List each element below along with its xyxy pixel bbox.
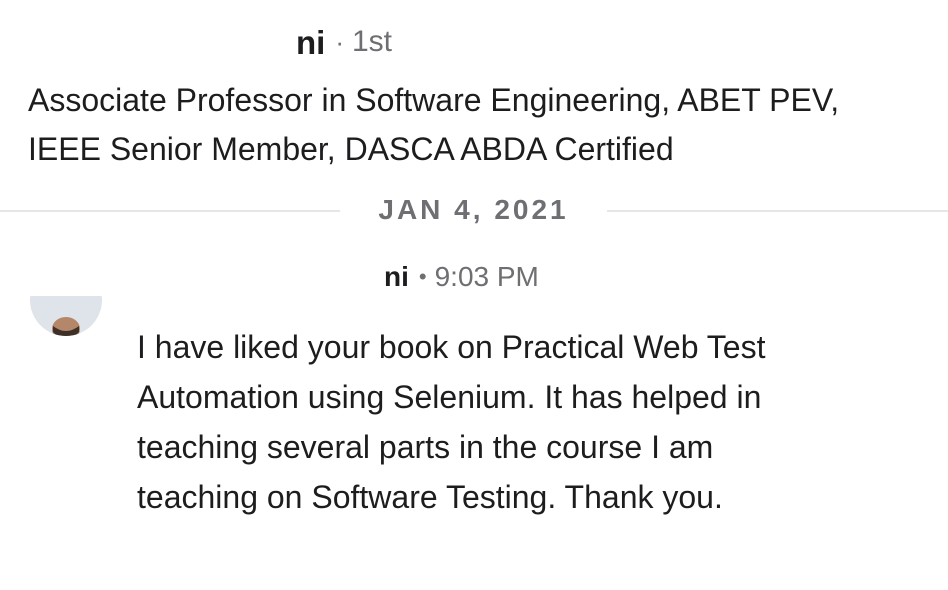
message-sender-row: ni • 9:03 PM <box>384 257 539 297</box>
name-separator: · <box>335 27 344 57</box>
message-timestamp: 9:03 PM <box>434 261 539 292</box>
divider-line-left <box>0 210 340 212</box>
profile-name[interactable]: ni <box>296 26 325 59</box>
profile-name-row[interactable]: ni · 1st <box>296 22 392 62</box>
divider-line-right <box>607 210 948 212</box>
connection-degree: 1st <box>352 25 393 58</box>
date-divider: JAN 4, 2021 <box>0 190 948 230</box>
profile-photo-icon <box>30 296 102 336</box>
sender-separator: • <box>418 264 427 289</box>
avatar[interactable] <box>28 296 104 352</box>
date-label: JAN 4, 2021 <box>378 194 569 225</box>
message-body: I have liked your book on Practical Web … <box>137 329 766 515</box>
profile-headline: Associate Professor in Software Engineer… <box>28 82 840 167</box>
message-sender-name[interactable]: ni <box>384 263 409 291</box>
